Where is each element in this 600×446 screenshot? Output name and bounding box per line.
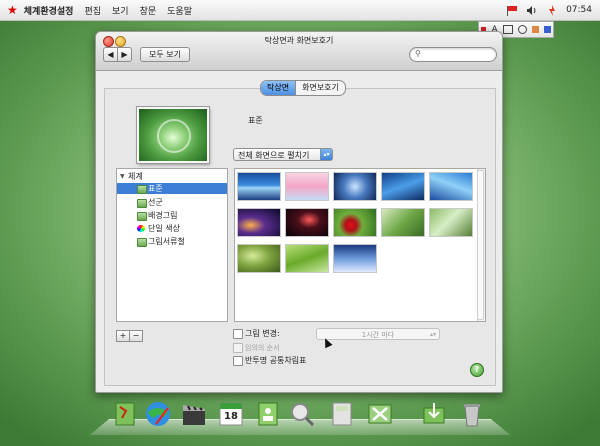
battery-icon[interactable]: [546, 4, 558, 16]
source-item-label: 그림서류철: [148, 237, 185, 246]
wallpaper-thumbnail[interactable]: [238, 245, 280, 272]
source-item-pictures-folder[interactable]: 그림서류철: [117, 236, 227, 247]
translucent-menubar-label: 반투명 공통차림표: [245, 356, 307, 365]
finder-icon[interactable]: [112, 400, 140, 428]
updown-arrow-icon: ▴▾: [429, 331, 436, 338]
menu-view[interactable]: 보기: [112, 4, 129, 17]
source-group-system[interactable]: ▼ 체계: [117, 171, 227, 182]
red-star-menu-icon[interactable]: ★: [7, 0, 18, 20]
tab-screensaver[interactable]: 화면보호기: [295, 81, 345, 95]
menu-help[interactable]: 도움말: [167, 4, 192, 17]
tab-desktop[interactable]: 탁상면: [261, 81, 296, 95]
folder-icon: [137, 185, 147, 194]
calculator-icon[interactable]: [328, 400, 356, 428]
show-all-button[interactable]: 모두 보기: [140, 47, 190, 62]
tab-bar: 탁상면 화면보호기: [260, 80, 346, 96]
source-group-label: 체계: [128, 172, 143, 181]
wallpaper-thumbnail[interactable]: [430, 209, 472, 236]
help-button[interactable]: ?: [470, 363, 484, 377]
browser-globe-icon[interactable]: [144, 400, 172, 428]
wallpaper-thumbnail[interactable]: [238, 173, 280, 200]
folder-icon: [137, 212, 147, 221]
remove-button[interactable]: −: [129, 330, 143, 342]
translucent-menubar-checkbox[interactable]: [233, 356, 243, 366]
preferences-window: 탁상면과 화면보호기 ◀ ▶ 모두 보기 ⚲ 탁상면 화면보호기 표준 전체 화…: [95, 31, 503, 393]
change-picture-label: 그림 변경:: [245, 329, 280, 338]
menu-bar: ★ 체계환경설정 편집 보기 창문 도움말 07:54: [0, 0, 600, 21]
volume-icon[interactable]: [526, 5, 538, 16]
wallpaper-thumbnail[interactable]: [286, 173, 328, 200]
settings-icon[interactable]: [531, 26, 539, 33]
source-list: ▼ 체계 표준 선군 배경그림 단일 색상 그림서류철: [116, 168, 228, 322]
wallpaper-thumbnail[interactable]: [238, 209, 280, 236]
random-order-label: 임의의 순서: [245, 344, 280, 352]
source-item-label: 배경그림: [148, 211, 178, 220]
wallpaper-thumbnail[interactable]: [382, 209, 424, 236]
wallpaper-grid: [234, 168, 486, 322]
scrollbar-thumb[interactable]: [477, 170, 484, 320]
menu-window[interactable]: 창문: [140, 4, 157, 17]
color-wheel-icon: [137, 225, 145, 232]
arrow-right-icon: ▶: [121, 50, 128, 59]
back-button[interactable]: ◀: [103, 47, 118, 62]
system-preferences-icon[interactable]: [366, 400, 394, 428]
interval-value: 1시간 마다: [361, 331, 395, 339]
keyboard-icon[interactable]: [502, 25, 513, 34]
downloads-icon[interactable]: [420, 400, 448, 428]
folder-icon: [137, 199, 147, 208]
wallpaper-name: 표준: [248, 116, 263, 125]
movie-clapper-icon[interactable]: [180, 400, 208, 428]
source-item-songun[interactable]: 선군: [117, 197, 227, 208]
wallpaper-thumbnail[interactable]: [286, 209, 328, 236]
wallpaper-thumbnail[interactable]: [334, 173, 376, 200]
status-tray: 07:54: [506, 0, 592, 20]
image-viewer-icon[interactable]: [288, 400, 316, 428]
wallpaper-preview: [137, 107, 209, 163]
flag-icon[interactable]: [506, 5, 518, 16]
fit-option-value: 전체 화면으로 펼치기: [238, 151, 310, 160]
add-button[interactable]: +: [116, 330, 130, 342]
wallpaper-thumbnail[interactable]: [286, 245, 328, 272]
updown-arrow-icon: ▴▾: [320, 149, 332, 160]
source-item-backgrounds[interactable]: 배경그림: [117, 210, 227, 221]
wallpaper-thumbnail[interactable]: [334, 209, 376, 236]
wallpaper-thumbnail[interactable]: [334, 245, 376, 272]
source-item-label: 단일 색상: [148, 224, 180, 233]
menu-app-name[interactable]: 체계환경설정: [24, 4, 74, 17]
window-title: 탁상면과 화면보호기: [264, 36, 334, 45]
search-icon: ⚲: [415, 49, 421, 58]
wallpaper-thumbnail[interactable]: [430, 173, 472, 200]
arrow-left-icon: ◀: [107, 50, 114, 59]
help-book-icon[interactable]: [543, 26, 551, 33]
change-picture-checkbox[interactable]: [233, 329, 243, 339]
title-bar[interactable]: 탁상면과 화면보호기 ◀ ▶ 모두 보기 ⚲: [96, 32, 502, 71]
folder-icon: [137, 238, 147, 247]
calendar-day: 18: [224, 411, 238, 422]
source-item-label: 선군: [148, 198, 163, 207]
wallpaper-thumbnail[interactable]: [382, 173, 424, 200]
source-item-label: 표준: [148, 184, 163, 193]
fit-option-select[interactable]: 전체 화면으로 펼치기 ▴▾: [233, 148, 333, 161]
random-order-checkbox[interactable]: [233, 343, 243, 353]
interval-select[interactable]: 1시간 마다 ▴▾: [316, 328, 440, 340]
menu-edit[interactable]: 편집: [84, 4, 101, 17]
disclosure-triangle-icon[interactable]: ▼: [120, 171, 125, 182]
vertical-scrollbar[interactable]: [477, 169, 485, 321]
search-input[interactable]: ⚲: [409, 47, 497, 62]
dock: 18: [89, 398, 511, 435]
source-item-solid-colors[interactable]: 단일 색상: [117, 223, 227, 234]
clock[interactable]: 07:54: [566, 5, 592, 15]
forward-button[interactable]: ▶: [117, 47, 132, 62]
address-book-icon[interactable]: [253, 400, 281, 428]
trash-icon[interactable]: [458, 400, 486, 428]
source-item-standard[interactable]: 표준: [117, 183, 227, 194]
tool-icon[interactable]: [517, 25, 527, 34]
